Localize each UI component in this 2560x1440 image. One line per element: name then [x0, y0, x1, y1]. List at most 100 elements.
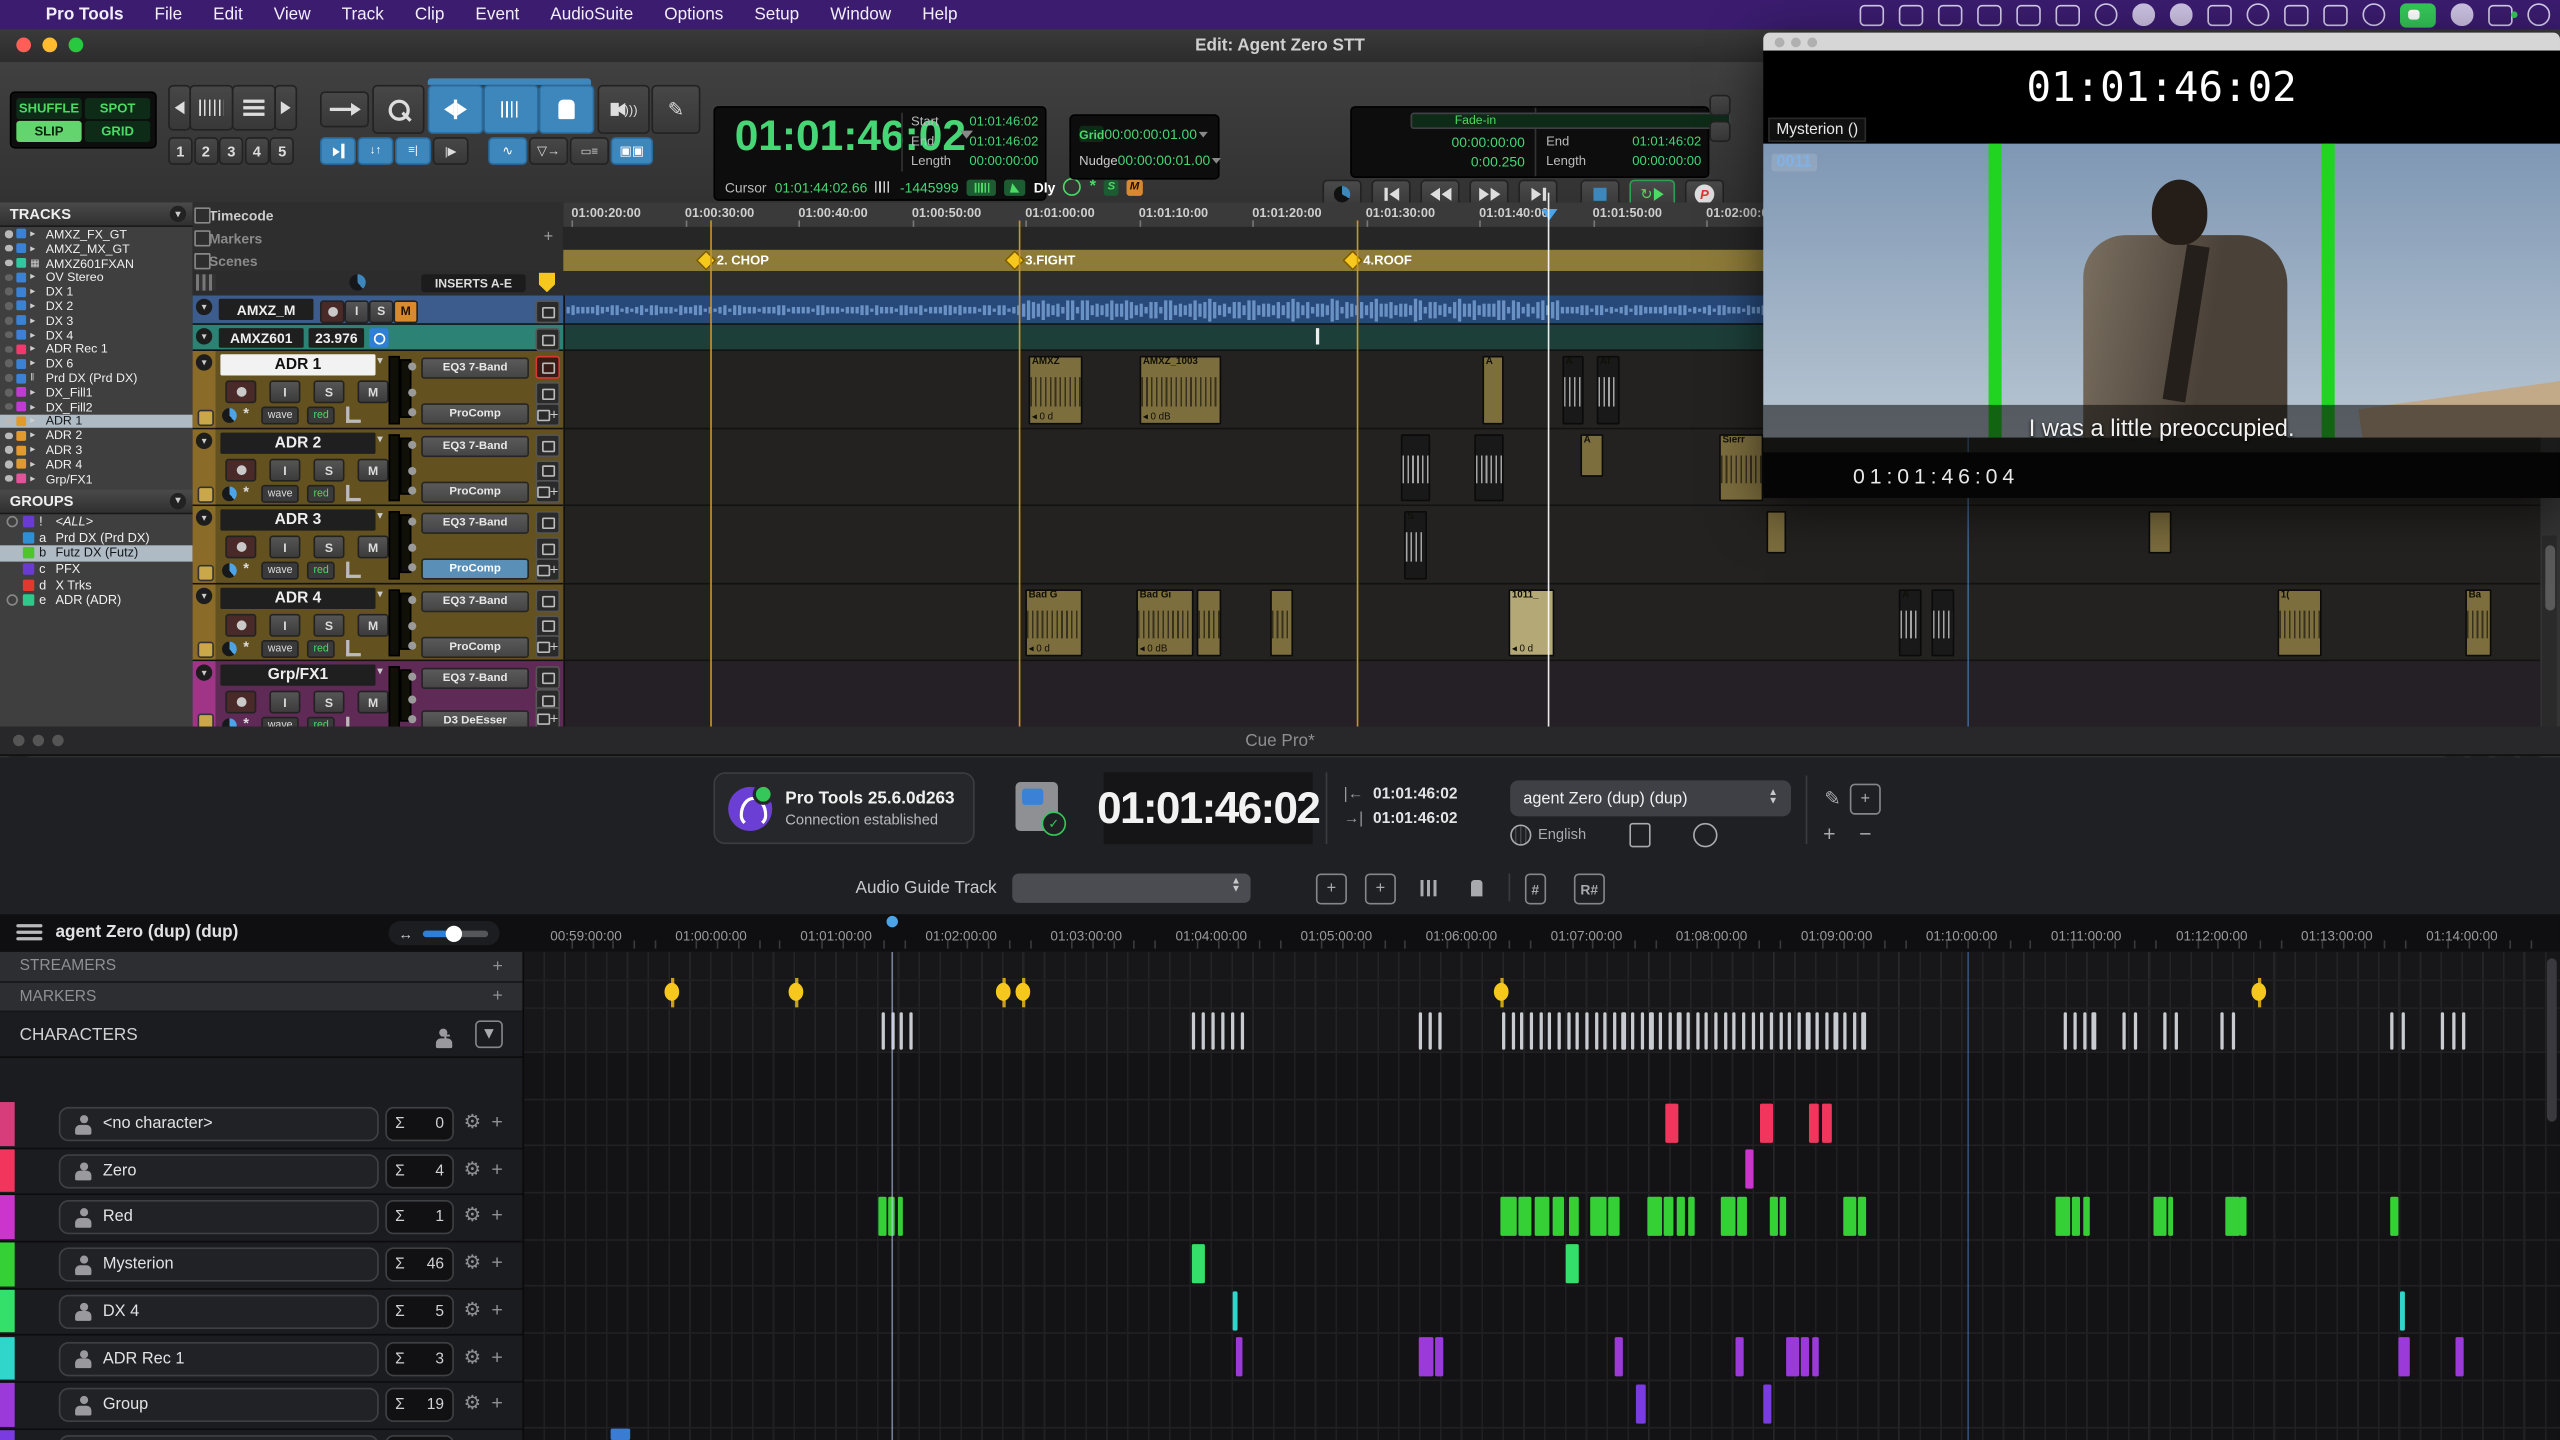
link-selection-toggle[interactable]: ▣▣ — [611, 137, 653, 165]
character-name-field[interactable]: Turk — [59, 1435, 379, 1440]
grid-value-label[interactable]: Grid — [1079, 126, 1104, 142]
cue-event[interactable] — [1677, 1197, 1685, 1236]
group-x-trks[interactable]: dX Trks — [0, 577, 193, 593]
cue-event[interactable] — [2153, 1197, 2166, 1236]
language-label[interactable]: English — [1538, 826, 1586, 842]
character-settings-button[interactable]: ⚙ — [464, 1251, 482, 1274]
cue-marker[interactable] — [2258, 978, 2261, 1007]
inserts-header[interactable]: INSERTS A-E — [421, 273, 525, 291]
insert-power-dot[interactable] — [408, 596, 416, 604]
delay-indicator[interactable]: Dly — [1034, 179, 1056, 195]
insert-power-dot[interactable] — [408, 642, 416, 650]
status-battery-bolt-icon[interactable] — [2284, 4, 2308, 25]
edit-insertion-toggle[interactable]: ↓↑ — [358, 137, 394, 165]
character-name-field[interactable]: <no character> — [59, 1107, 379, 1141]
character-settings-button[interactable]: ⚙ — [464, 1391, 482, 1414]
midi-zoom-button[interactable] — [232, 85, 276, 131]
groups-panel-header[interactable]: GROUPS▾ — [0, 489, 193, 513]
cue-event[interactable] — [2083, 1197, 2090, 1236]
cue-event[interactable] — [1736, 1337, 1744, 1376]
solo-status-badge[interactable]: S — [1104, 179, 1118, 195]
solo-button[interactable]: S — [313, 459, 344, 482]
comments-button[interactable] — [536, 537, 560, 560]
sidebar-track-ov-stereo[interactable]: ▸OV Stereo — [0, 270, 193, 284]
track-header-amxz-m[interactable]: AMXZ_MISM — [193, 296, 564, 325]
record-enable-button[interactable] — [225, 380, 256, 403]
duplicate-session-button[interactable]: + — [1850, 784, 1881, 815]
session-select[interactable]: agent Zero (dup) (dup) ▲▼ — [1510, 780, 1791, 816]
tab-to-transient-toggle[interactable] — [320, 137, 356, 165]
cue-event[interactable] — [1636, 1384, 1646, 1423]
playlist-view-button[interactable]: wave — [261, 407, 299, 425]
insert-power-dot[interactable] — [408, 466, 416, 474]
menu-item-file[interactable]: File — [155, 5, 183, 25]
cue-event[interactable] — [1770, 1197, 1778, 1236]
character-name-field[interactable]: Group — [59, 1388, 379, 1422]
menu-item-options[interactable]: Options — [664, 5, 723, 25]
record-enable-button[interactable] — [225, 459, 256, 482]
slate-check-icon[interactable]: ✓ — [1016, 782, 1058, 831]
cue-event[interactable] — [1809, 1103, 1819, 1142]
fold-icon[interactable] — [196, 588, 212, 604]
character-row-group[interactable]: GroupΣ19⚙+ — [0, 1383, 522, 1430]
cue-event[interactable] — [1569, 1197, 1579, 1236]
clip-audio[interactable] — [1767, 511, 1787, 554]
insert-procomp[interactable]: ProComp — [421, 558, 529, 579]
menu-item-setup[interactable]: Setup — [754, 5, 799, 25]
clip-a[interactable]: A — [1899, 589, 1922, 656]
add-cue-for-character-button[interactable]: + — [491, 1110, 502, 1133]
character-name-field[interactable]: DX 4 — [59, 1294, 379, 1328]
auto-pie-icon[interactable] — [222, 408, 237, 423]
add-marker-icon[interactable]: + — [544, 229, 554, 247]
clip-audio[interactable] — [1197, 589, 1221, 656]
menu-icon[interactable] — [16, 924, 42, 942]
record-enable-button[interactable] — [225, 614, 256, 637]
input-button[interactable]: I — [269, 380, 300, 403]
cue-event[interactable] — [1590, 1197, 1606, 1236]
menu-item-window[interactable]: Window — [830, 5, 891, 25]
cue-event[interactable] — [1721, 1197, 1736, 1236]
selection-start[interactable]: 01:01:46:02 — [969, 113, 1038, 133]
fold-icon[interactable] — [196, 509, 212, 525]
tracks-panel-header[interactable]: TRACKS▾ — [0, 202, 193, 226]
add-session-button[interactable]: + — [1816, 820, 1844, 848]
edit-pencil-button[interactable]: ✎ — [1819, 784, 1847, 812]
status-cone-app-icon[interactable] — [2451, 3, 2474, 26]
ruler-row-icon[interactable] — [194, 253, 210, 269]
sync-circle-icon[interactable] — [369, 327, 389, 347]
group-futz-dx-futz-[interactable]: bFutz DX (Futz) — [0, 545, 193, 561]
split-cue-icon[interactable] — [1414, 873, 1442, 901]
sidebar-track-amxz-fx-gt[interactable]: ▸AMXZ_FX_GT — [0, 227, 193, 241]
status-swoosh-app-icon[interactable] — [2016, 4, 2040, 25]
track-list-icon[interactable] — [196, 274, 216, 290]
sidebar-track-amxz601fxan[interactable]: ▦AMXZ601FXAN — [0, 256, 193, 270]
zoom-out-arrow-button[interactable] — [168, 85, 191, 131]
automation-curve-toggle[interactable]: ∿ — [488, 137, 527, 165]
target-status-icon[interactable] — [1064, 178, 1082, 196]
video-window[interactable]: 01:01:46:02 Mysterion () 0011 I was a li… — [1763, 33, 2560, 498]
name-dropdown-icon[interactable]: ▾ — [377, 509, 383, 522]
video-minimize-button[interactable] — [1791, 37, 1801, 47]
duplicate-cue-button[interactable]: + — [1365, 873, 1396, 904]
mute-status-badge[interactable]: M — [1127, 179, 1143, 195]
clip-a[interactable]: A — [1482, 356, 1503, 425]
track-record-safe-button[interactable] — [536, 511, 560, 534]
sidebar-track-amxz-mx-gt[interactable]: ▸AMXZ_MX_GT — [0, 241, 193, 255]
add-cue-for-character-button[interactable]: + — [491, 1204, 502, 1227]
clip-audio[interactable] — [1401, 434, 1430, 501]
group-enable-dot[interactable] — [7, 516, 18, 527]
record-enable-button[interactable] — [225, 536, 256, 559]
menu-item-event[interactable]: Event — [475, 5, 519, 25]
slip-mode-button[interactable]: SLIP — [16, 121, 81, 142]
status-film-frame-icon[interactable] — [1977, 4, 2001, 25]
character-name-field[interactable]: Mysterion — [59, 1247, 379, 1281]
cue-event[interactable] — [1801, 1337, 1809, 1376]
sidebar-track-prd-dx-prd-dx-[interactable]: ‖Prd DX (Prd DX) — [0, 371, 193, 385]
insert-power-dot[interactable] — [408, 673, 416, 681]
selection-end[interactable]: 01:01:46:02 — [969, 132, 1038, 152]
group-prd-dx-prd-dx-[interactable]: aPrd DX (Prd DX) — [0, 529, 193, 545]
status-screen-record-icon[interactable] — [2400, 2, 2436, 26]
grid-dropdown-icon[interactable] — [1199, 131, 1208, 137]
menu-item-pro-tools[interactable]: Pro Tools — [46, 5, 124, 25]
cue-event[interactable] — [1192, 1244, 1205, 1283]
